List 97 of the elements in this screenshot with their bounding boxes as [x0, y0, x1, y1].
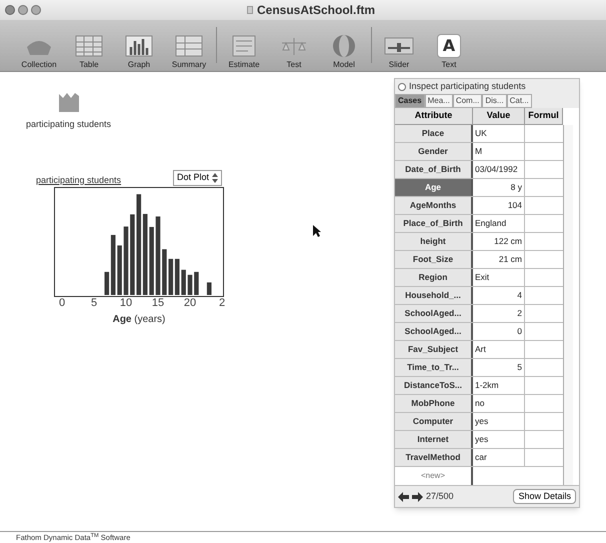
value-cell: 122 cm [473, 233, 525, 250]
attribute-cell[interactable]: Place_of_Birth [395, 215, 473, 232]
attribute-cell[interactable]: Foot_Size [395, 251, 473, 268]
dot-stack [194, 272, 199, 295]
scale-icon [280, 35, 308, 57]
summary-table-icon [175, 35, 203, 57]
attribute-cell[interactable]: MobPhone [395, 395, 473, 412]
attribute-cell[interactable]: Household_... [395, 287, 473, 304]
attribute-cell[interactable]: SchoolAged... [395, 305, 473, 322]
attribute-cell[interactable]: height [395, 233, 473, 250]
sphere-icon [332, 34, 356, 58]
attribute-cell[interactable]: Place [395, 125, 473, 142]
value-cell: car [473, 449, 525, 466]
show-details-button[interactable]: Show Details [513, 489, 576, 504]
toolbar-button[interactable]: Graph [114, 33, 164, 69]
window-title: CensusAtSchool.ftm [256, 2, 375, 19]
collection-name: participating students [26, 118, 112, 131]
mouse-pointer-icon [312, 224, 322, 238]
bar-chart-icon [125, 35, 153, 57]
inspector-tab[interactable]: Mea... [424, 94, 453, 108]
attribute-cell[interactable]: Time_to_Tr... [395, 359, 473, 376]
inspector-tab[interactable]: Cases [395, 94, 425, 108]
dot-stack [206, 282, 212, 295]
attribute-cell[interactable]: SchoolAged... [395, 323, 473, 340]
value-cell: no [473, 395, 525, 412]
scroll-bar[interactable] [563, 125, 573, 485]
toolbar-button[interactable]: Collection [14, 33, 64, 69]
dot-stack [188, 274, 192, 295]
value-cell: 0 [473, 323, 525, 340]
toolbar-button[interactable]: Model [319, 33, 369, 69]
value-cell: UK [473, 125, 525, 142]
attribute-cell[interactable]: Age [395, 179, 473, 196]
value-cell: 8 y [473, 179, 525, 196]
value-cell: 4 [473, 287, 525, 304]
next-arrow-icon[interactable] [412, 492, 423, 502]
inspector-tab[interactable]: Com... [452, 94, 482, 108]
value-cell: 5 [473, 359, 525, 376]
attribute-cell[interactable]: Fav_Subject [395, 341, 473, 358]
graph-title: participating students [36, 174, 122, 187]
value-cell: yes [473, 413, 525, 430]
inspector-title: Inspect participating students [409, 80, 526, 93]
zoom-button[interactable] [31, 5, 41, 15]
value-cell: 104 [473, 197, 525, 214]
value-cell: 2 [473, 305, 525, 322]
value-cell: 03/04/1992 [473, 161, 525, 178]
axis-tick-label: 15 [152, 298, 164, 309]
attribute-cell[interactable]: Date_of_Birth [395, 161, 473, 178]
new-attribute-cell[interactable]: <new> [395, 467, 473, 485]
table-icon [75, 35, 103, 57]
dot-stack [117, 245, 122, 295]
previous-arrow-icon[interactable] [398, 492, 409, 502]
attribute-cell[interactable]: Computer [395, 413, 473, 430]
attribute-cell[interactable]: Gender [395, 143, 473, 160]
estimate-icon [230, 35, 258, 57]
toolbar-button[interactable]: Test [269, 33, 319, 69]
column-header: Formul [525, 108, 563, 124]
dot-stack [181, 270, 186, 295]
value-cell: Art [473, 341, 525, 358]
close-button[interactable] [5, 5, 15, 15]
axis-tick-label: 2 [218, 298, 226, 309]
radio-icon [398, 82, 406, 90]
attribute-cell[interactable]: TravelMethod [395, 449, 473, 466]
value-cell: Exit [473, 269, 525, 286]
axis-tick-label: 10 [120, 298, 132, 309]
case-counter: 27/500 [426, 490, 454, 503]
axis-label: Age (years) [112, 313, 166, 327]
attribute-cell[interactable]: DistanceToS... [395, 377, 473, 394]
slider-icon [384, 35, 414, 57]
toolbar-button[interactable]: Table [64, 33, 114, 69]
value-cell: 21 cm [473, 251, 525, 268]
toolbar-button[interactable]: Summary [164, 33, 214, 69]
inspector-tab[interactable]: Dis... [482, 94, 507, 108]
toolbar-button[interactable]: A Text [424, 33, 474, 69]
attribute-cell[interactable]: Region [395, 269, 473, 286]
document-icon [246, 6, 253, 14]
column-header: Attribute [395, 108, 473, 124]
axis-tick-label: 20 [184, 298, 196, 309]
text-tool-icon: A [437, 34, 461, 58]
toolbar-button[interactable]: Slider [374, 33, 424, 69]
column-header: Value [473, 108, 525, 124]
attribute-cell[interactable]: Internet [395, 431, 473, 448]
value-cell: 1-2km [473, 377, 525, 394]
stepper-icon [212, 173, 218, 183]
toolbar-button[interactable]: Estimate [219, 33, 269, 69]
inspector-tab[interactable]: Cat... [506, 94, 532, 108]
value-cell: England [473, 215, 525, 232]
plot-type-dropdown[interactable]: Dot Plot [172, 170, 222, 186]
axis-tick-label: 5 [90, 298, 98, 309]
collection-box-icon [56, 92, 81, 114]
axis-tick-label: 0 [58, 298, 66, 309]
minimize-button[interactable] [18, 5, 28, 15]
dot-stack [149, 226, 154, 295]
value-cell: M [473, 143, 525, 160]
value-cell: yes [473, 431, 525, 448]
dot-stack [162, 249, 167, 295]
dot-stack [124, 226, 128, 295]
attribute-cell[interactable]: AgeMonths [395, 197, 473, 214]
